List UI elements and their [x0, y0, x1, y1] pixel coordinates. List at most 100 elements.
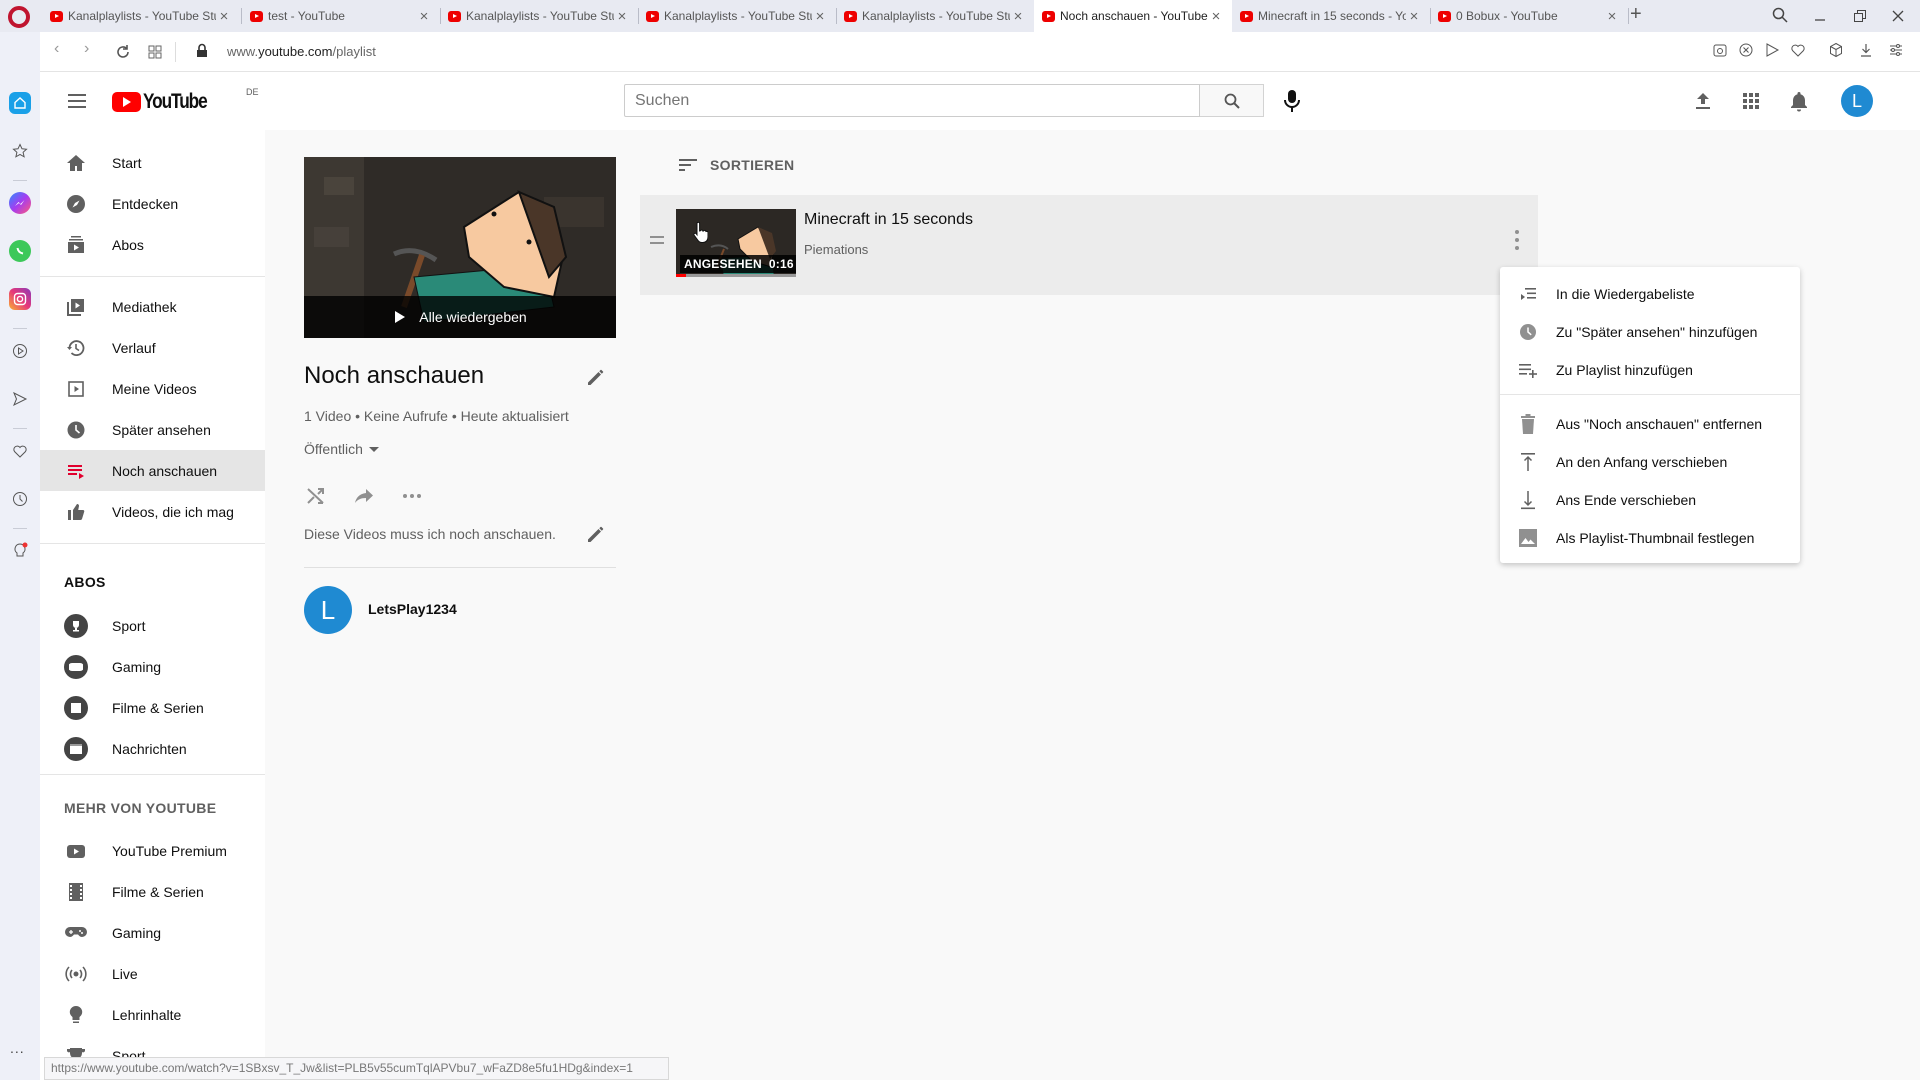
- browser-tab[interactable]: Kanalplaylists - YouTube Studio×: [836, 0, 1034, 32]
- history-clock-icon[interactable]: [9, 488, 31, 510]
- video-title-link[interactable]: Minecraft in 15 seconds: [804, 211, 973, 229]
- bookmarks-star-icon[interactable]: [9, 140, 31, 162]
- guide-item-spaeter-ansehen[interactable]: Später ansehen: [40, 409, 265, 450]
- browser-tab[interactable]: test - YouTube ×: [242, 0, 440, 32]
- guide-item-youtube-premium[interactable]: YouTube Premium: [40, 830, 265, 871]
- player-icon[interactable]: [9, 340, 31, 362]
- guide-item-start[interactable]: Start: [40, 142, 265, 183]
- guide-item-entdecken[interactable]: Entdecken: [40, 183, 265, 224]
- play-all-button[interactable]: Alle wiedergeben: [304, 296, 616, 338]
- easy-setup-icon[interactable]: [1888, 42, 1904, 58]
- guide-item-noch-anschauen[interactable]: Noch anschauen: [40, 450, 265, 491]
- whatsapp-icon[interactable]: [9, 240, 31, 262]
- messenger-icon[interactable]: [9, 192, 31, 214]
- youtube-favicon-icon: [646, 10, 659, 22]
- close-tab-icon[interactable]: ×: [1604, 8, 1620, 25]
- guide-item-sub-sport[interactable]: Sport: [40, 605, 265, 646]
- sort-button[interactable]: SORTIEREN: [678, 157, 794, 173]
- flow-send-icon[interactable]: [9, 388, 31, 410]
- guide-item-abos[interactable]: Abos: [40, 224, 265, 265]
- shuffle-icon[interactable]: [304, 484, 328, 508]
- youtube-logo[interactable]: YouTube DE: [112, 87, 259, 114]
- adblock-icon[interactable]: [1738, 42, 1754, 58]
- search-tabs-icon[interactable]: [1772, 7, 1788, 23]
- account-avatar[interactable]: L: [1841, 85, 1873, 117]
- guide-item-mediathek[interactable]: Mediathek: [40, 286, 265, 327]
- speed-dial-home-icon[interactable]: [9, 92, 31, 114]
- opera-logo-icon[interactable]: [8, 6, 30, 28]
- menu-item-move-to-bottom[interactable]: Ans Ende verschieben: [1500, 481, 1800, 519]
- close-tab-icon[interactable]: ×: [1208, 8, 1224, 25]
- video-more-options-icon[interactable]: [1514, 228, 1520, 252]
- browser-tab-active[interactable]: Noch anschauen - YouTube ×: [1034, 0, 1232, 32]
- tips-lightbulb-icon[interactable]: [9, 540, 31, 562]
- guide-item-filme-serien[interactable]: Filme & Serien: [40, 871, 265, 912]
- guide-item-videos-die-ich-mag[interactable]: Videos, die ich mag: [40, 491, 265, 532]
- search-button[interactable]: [1200, 84, 1264, 117]
- browser-tab[interactable]: Kanalplaylists - YouTube Studio×: [42, 0, 240, 32]
- guide-item-verlauf[interactable]: Verlauf: [40, 327, 265, 368]
- back-icon[interactable]: ‹: [54, 40, 59, 58]
- notifications-bell-icon[interactable]: [1787, 89, 1811, 113]
- browser-tab[interactable]: Kanalplaylists - YouTube Studio×: [638, 0, 836, 32]
- video-channel-link[interactable]: Piemations: [804, 242, 868, 257]
- close-tab-icon[interactable]: ×: [1010, 8, 1026, 25]
- guide-item-gaming[interactable]: Gaming: [40, 912, 265, 953]
- flow-icon[interactable]: [1764, 42, 1780, 58]
- watched-duration-badge: ANGESEHEN 0:16: [680, 255, 796, 273]
- pinboard-heart-icon[interactable]: [9, 440, 31, 462]
- guide-item-meine-videos[interactable]: Meine Videos: [40, 368, 265, 409]
- menu-hamburger-icon[interactable]: [68, 94, 86, 108]
- drag-handle-icon[interactable]: [650, 236, 664, 244]
- sidebar-more-icon[interactable]: ...: [10, 1040, 25, 1056]
- bookmark-heart-icon[interactable]: [1790, 42, 1806, 58]
- menu-item-move-to-top[interactable]: An den Anfang verschieben: [1500, 443, 1800, 481]
- url-field[interactable]: www.youtube.com/playlist: [227, 44, 376, 59]
- menu-item-add-to-queue[interactable]: In die Wiedergabeliste: [1500, 275, 1800, 313]
- instagram-icon[interactable]: [9, 288, 31, 310]
- voice-search-mic-icon[interactable]: [1280, 88, 1304, 114]
- lock-icon[interactable]: [196, 43, 208, 58]
- guide-item-sub-filme-serien[interactable]: Filme & Serien: [40, 687, 265, 728]
- owner-avatar[interactable]: L: [304, 586, 352, 634]
- new-tab-button[interactable]: +: [1630, 3, 1642, 26]
- menu-item-remove[interactable]: Aus "Noch anschauen" entfernen: [1500, 405, 1800, 443]
- speed-dial-icon[interactable]: [148, 45, 162, 59]
- playlist-thumbnail[interactable]: Alle wiedergeben: [304, 157, 616, 338]
- download-icon[interactable]: [1858, 42, 1874, 58]
- close-tab-icon[interactable]: ×: [416, 8, 432, 25]
- privacy-dropdown[interactable]: Öffentlich: [304, 441, 379, 457]
- browser-tab[interactable]: Kanalplaylists - YouTube Studio×: [440, 0, 638, 32]
- forward-icon[interactable]: ›: [84, 40, 89, 58]
- menu-item-watch-later[interactable]: Zu "Später ansehen" hinzufügen: [1500, 313, 1800, 351]
- apps-grid-icon[interactable]: [1739, 89, 1763, 113]
- guide-item-sub-nachrichten[interactable]: Nachrichten: [40, 728, 265, 769]
- menu-item-set-thumbnail[interactable]: Als Playlist-Thumbnail festlegen: [1500, 519, 1800, 557]
- close-window-icon[interactable]: [1890, 8, 1906, 24]
- reload-icon[interactable]: [115, 44, 131, 60]
- youtube-favicon-icon: [1438, 10, 1451, 22]
- minimize-icon[interactable]: [1812, 8, 1828, 24]
- upload-icon[interactable]: [1691, 89, 1715, 113]
- snapshot-icon[interactable]: [1712, 42, 1728, 58]
- guide-item-lehrinhalte[interactable]: Lehrinhalte: [40, 994, 265, 1035]
- close-tab-icon[interactable]: ×: [216, 8, 232, 25]
- guide-item-live[interactable]: Live: [40, 953, 265, 994]
- extensions-cube-icon[interactable]: [1828, 42, 1844, 58]
- browser-tab[interactable]: Minecraft in 15 seconds - YouTube×: [1232, 0, 1430, 32]
- search-input[interactable]: [624, 84, 1200, 117]
- divider: [175, 42, 176, 62]
- menu-item-add-to-playlist[interactable]: Zu Playlist hinzufügen: [1500, 351, 1800, 389]
- share-icon[interactable]: [352, 484, 376, 508]
- edit-title-pencil-icon[interactable]: [585, 366, 607, 388]
- playlist-video-row[interactable]: ANGESEHEN 0:16 Minecraft in 15 seconds P…: [640, 195, 1538, 295]
- more-actions-icon[interactable]: [400, 484, 424, 508]
- edit-description-pencil-icon[interactable]: [585, 523, 607, 545]
- owner-name-link[interactable]: LetsPlay1234: [368, 601, 457, 617]
- close-tab-icon[interactable]: ×: [812, 8, 828, 25]
- close-tab-icon[interactable]: ×: [1406, 8, 1422, 25]
- close-tab-icon[interactable]: ×: [614, 8, 630, 25]
- restore-icon[interactable]: [1852, 8, 1868, 24]
- guide-item-sub-gaming[interactable]: Gaming: [40, 646, 265, 687]
- browser-tab[interactable]: 0 Bobux - YouTube ×: [1430, 0, 1628, 32]
